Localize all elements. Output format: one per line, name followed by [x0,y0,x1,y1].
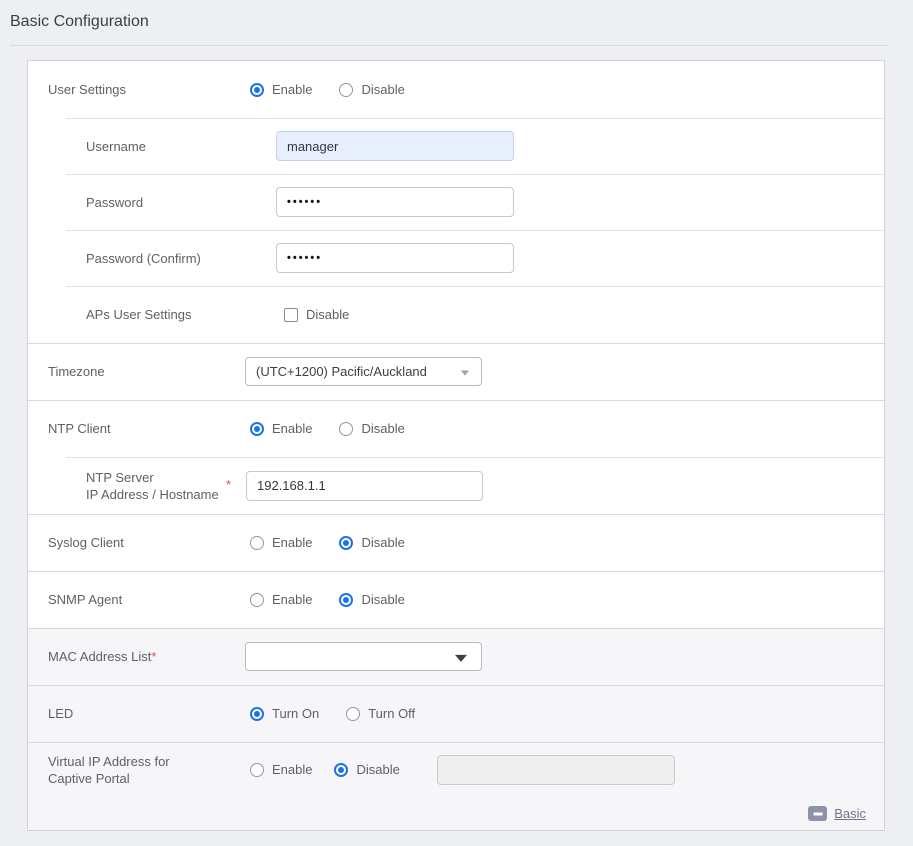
ntp-client-enable-radio[interactable]: Enable [250,421,312,436]
user-settings-label: User Settings [28,81,223,98]
radio-icon[interactable] [250,536,264,550]
timezone-select[interactable]: (UTC+1200) Pacific/Auckland [245,357,482,386]
radio-icon[interactable] [250,763,264,777]
radio-label: Enable [272,535,312,550]
radio-icon[interactable] [346,707,360,721]
syslog-disable-radio[interactable]: Disable [339,535,404,550]
row-ntp-server: NTP Server IP Address / Hostname * [28,457,884,514]
ntp-server-input[interactable] [246,471,483,501]
dropdown-arrow-icon [455,654,467,661]
radio-label: Enable [272,421,312,436]
aps-user-settings-label: APs User Settings [28,306,223,323]
mac-address-list-select[interactable] [245,642,482,671]
mac-address-list-label: MAC Address List* [28,648,223,665]
row-snmp-agent: SNMP Agent Enable Disable [28,571,884,628]
radio-icon[interactable] [250,83,264,97]
radio-label: Enable [272,592,312,607]
radio-icon[interactable] [339,593,353,607]
row-syslog-client: Syslog Client Enable Disable [28,514,884,571]
radio-label: Enable [272,762,312,777]
snmp-agent-label: SNMP Agent [28,591,223,608]
row-password: Password [28,174,884,230]
title-divider [10,45,887,46]
password-confirm-label: Password (Confirm) [28,250,223,267]
row-aps-user-settings: APs User Settings Disable [28,286,884,343]
radio-icon[interactable] [250,707,264,721]
radio-label: Disable [356,762,399,777]
radio-label: Turn On [272,706,319,721]
virtual-ip-label: Virtual IP Address for Captive Portal [28,753,223,787]
ntp-server-label: NTP Server IP Address / Hostname [28,469,223,503]
syslog-client-label: Syslog Client [28,534,223,551]
led-label: LED [28,705,223,722]
username-label: Username [28,138,223,155]
basic-collapse-link[interactable]: Basic [834,806,866,821]
user-settings-disable-radio[interactable]: Disable [339,82,404,97]
syslog-enable-radio[interactable]: Enable [250,535,312,550]
radio-icon[interactable] [339,83,353,97]
radio-icon[interactable] [250,593,264,607]
radio-label: Turn Off [368,706,415,721]
radio-icon[interactable] [334,763,348,777]
radio-label: Disable [361,535,404,550]
radio-label: Disable [361,592,404,607]
ntp-client-label: NTP Client [28,420,223,437]
row-user-settings: User Settings Enable Disable [28,61,884,118]
user-settings-enable-radio[interactable]: Enable [250,82,312,97]
password-label: Password [28,194,223,211]
required-asterisk: * [151,649,156,664]
timezone-selected-value: (UTC+1200) Pacific/Auckland [256,364,427,379]
snmp-disable-radio[interactable]: Disable [339,592,404,607]
row-led: LED Turn On Turn Off [28,685,884,742]
led-turn-off-radio[interactable]: Turn Off [346,706,415,721]
username-input[interactable] [276,131,514,161]
ntp-client-disable-radio[interactable]: Disable [339,421,404,436]
row-password-confirm: Password (Confirm) [28,230,884,286]
collapse-minus-icon[interactable] [808,806,827,821]
radio-label: Disable [361,82,404,97]
aps-disable-checkbox-option[interactable]: Disable [284,307,349,322]
password-confirm-input[interactable] [276,243,514,273]
radio-label: Disable [361,421,404,436]
panel-footer: Basic [28,797,884,830]
row-username: Username [28,118,884,174]
required-asterisk: * [226,477,231,492]
radio-icon[interactable] [339,536,353,550]
row-ntp-client: NTP Client Enable Disable [28,400,884,457]
snmp-enable-radio[interactable]: Enable [250,592,312,607]
radio-icon[interactable] [250,422,264,436]
virtual-ip-disable-radio[interactable]: Disable [334,762,399,777]
row-timezone: Timezone (UTC+1200) Pacific/Auckland [28,343,884,400]
chevron-down-icon [461,370,469,375]
radio-label: Enable [272,82,312,97]
basic-configuration-panel: User Settings Enable Disable Username Pa… [27,60,885,831]
password-input[interactable] [276,187,514,217]
checkbox-icon[interactable] [284,308,298,322]
radio-icon[interactable] [339,422,353,436]
virtual-ip-enable-radio[interactable]: Enable [250,762,312,777]
checkbox-label: Disable [306,307,349,322]
led-turn-on-radio[interactable]: Turn On [250,706,319,721]
row-mac-address-list: MAC Address List* [28,628,884,685]
page-title: Basic Configuration [10,13,149,31]
row-virtual-ip: Virtual IP Address for Captive Portal En… [28,742,884,797]
timezone-label: Timezone [28,363,223,380]
virtual-ip-input [437,755,675,785]
